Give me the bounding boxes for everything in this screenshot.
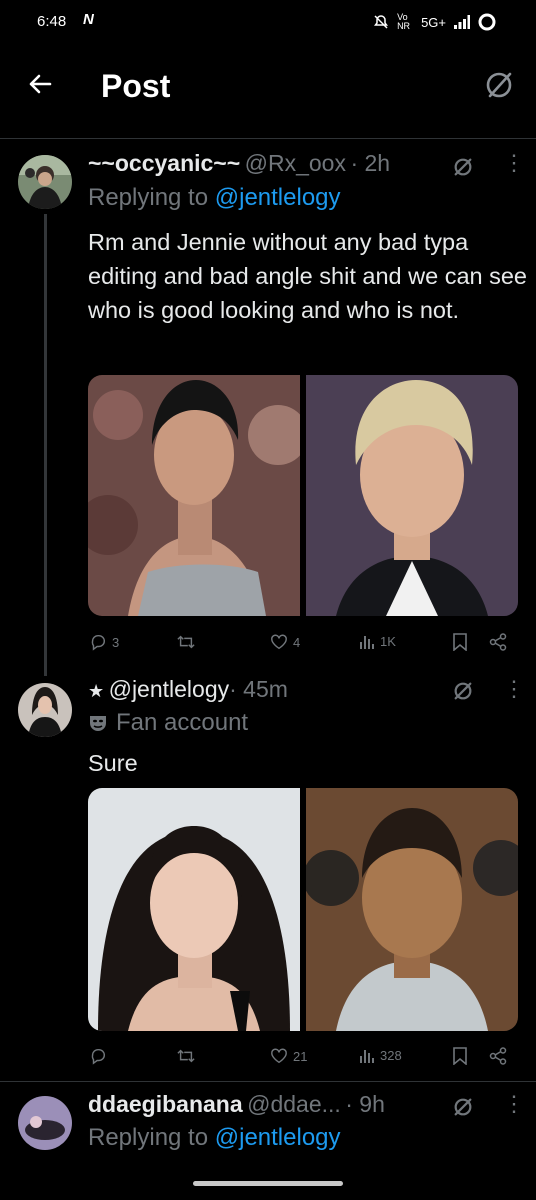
reply-icon [91,634,105,651]
views-count: 328 [380,1047,402,1063]
star-prefix: ★ [88,681,105,701]
reply-to-link[interactable]: @jentlelogy [215,1124,341,1151]
handle[interactable]: @jentlelogy [109,676,230,702]
bookmark-icon[interactable] [452,633,468,651]
avatar[interactable] [18,155,72,209]
heart-icon [271,634,287,650]
reply-context: Replying to @jentlelogy [88,1124,341,1152]
bookmark-icon[interactable] [452,1047,468,1065]
reply-context: Replying to @jentlelogy [88,184,341,212]
grok-icon[interactable] [452,1096,474,1118]
nfc-icon: N [83,11,94,28]
parody-label: Fan account [88,709,248,737]
reply-button[interactable]: 3 [89,633,119,651]
avatar[interactable] [18,683,72,737]
tweet-text: Rm and Jennie without any bad typa editi… [88,229,527,323]
media-image[interactable] [306,375,518,616]
home-indicator[interactable] [193,1181,343,1186]
thread-line [44,214,47,676]
media-image[interactable] [303,788,518,1031]
grok-icon[interactable] [452,156,474,178]
grok-icon[interactable] [484,70,514,100]
retweet-button[interactable] [176,633,196,651]
top-app-bar: Post [0,44,536,124]
retweet-icon [177,1049,195,1063]
grok-icon[interactable] [452,680,474,702]
display-name[interactable]: ~~occyanic~~ [88,150,240,176]
mask-icon [90,716,106,731]
reply-count: 3 [112,634,120,650]
media-grid [88,788,518,1031]
reply-prefix: Replying to [88,184,215,211]
label-text: Fan account [116,709,249,736]
like-count: 4 [293,634,301,650]
more-options-icon[interactable]: ⋮ [503,150,525,176]
status-time: 6:48 [37,13,67,30]
header-divider [0,138,536,139]
media-grid [88,375,518,616]
handle[interactable]: @Rx_oox [245,150,346,176]
share-icon[interactable] [489,1047,507,1065]
network-type: 5G+ [421,14,446,30]
reply-prefix: Replying to [88,1124,215,1151]
reply-icon [91,1048,105,1065]
like-count: 21 [293,1048,308,1064]
retweet-icon [177,635,195,649]
display-name[interactable]: ddaegibanana [88,1091,243,1117]
mute-icon [374,15,389,29]
timestamp[interactable]: · 2h [350,150,390,176]
tweet-header: ddaegibanana @ddae... · 9h [88,1091,385,1118]
page-title: Post [101,68,171,104]
retweet-button[interactable] [176,1047,196,1065]
views-button[interactable]: 328 [359,1047,402,1063]
views-icon [360,1050,374,1063]
tweet-header: ~~occyanic~~ @Rx_oox · 2h [88,150,390,177]
timestamp[interactable]: · 9h [345,1091,385,1117]
reply-to-link[interactable]: @jentlelogy [215,184,341,211]
battery-icon [478,13,496,31]
tweet-header: ★ @jentlelogy· 45m [88,676,288,703]
heart-icon [271,1048,287,1064]
like-button[interactable]: 4 [270,633,300,651]
avatar[interactable] [18,1096,72,1150]
views-count: 1K [380,633,396,649]
handle[interactable]: @ddae... [247,1091,341,1117]
vonr-indicator: Vo NR [397,12,411,31]
media-image[interactable] [88,788,300,1031]
back-arrow-icon[interactable] [24,68,56,100]
views-icon [360,636,374,649]
timestamp[interactable]: · 45m [229,676,288,702]
signal-icon [454,15,470,29]
tweet-divider [0,1081,536,1082]
tweet-text: Sure [88,750,138,776]
views-button[interactable]: 1K [359,633,396,649]
more-options-icon[interactable]: ⋮ [503,676,525,702]
more-options-icon[interactable]: ⋮ [503,1091,525,1117]
reply-button[interactable] [89,1047,112,1065]
like-button[interactable]: 21 [270,1047,307,1065]
media-image[interactable] [88,375,308,616]
share-icon[interactable] [489,633,507,651]
status-bar: 6:48 N Vo NR 5G+ [0,0,536,44]
